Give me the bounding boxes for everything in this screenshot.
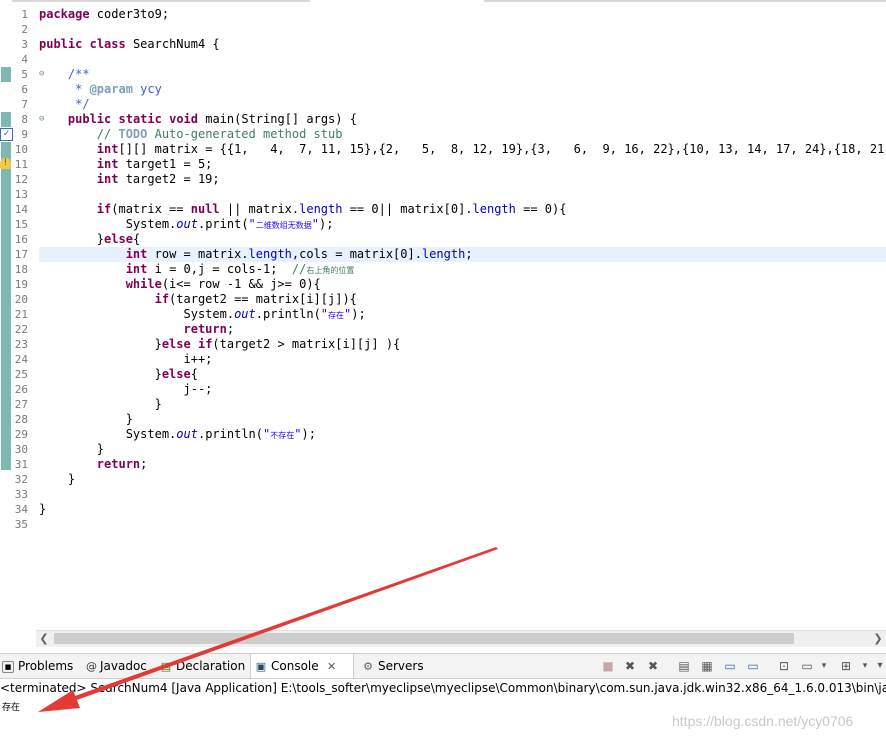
arrow-shaft	[58, 547, 498, 706]
annotation-arrow	[38, 547, 498, 712]
arrow-head	[38, 690, 80, 712]
